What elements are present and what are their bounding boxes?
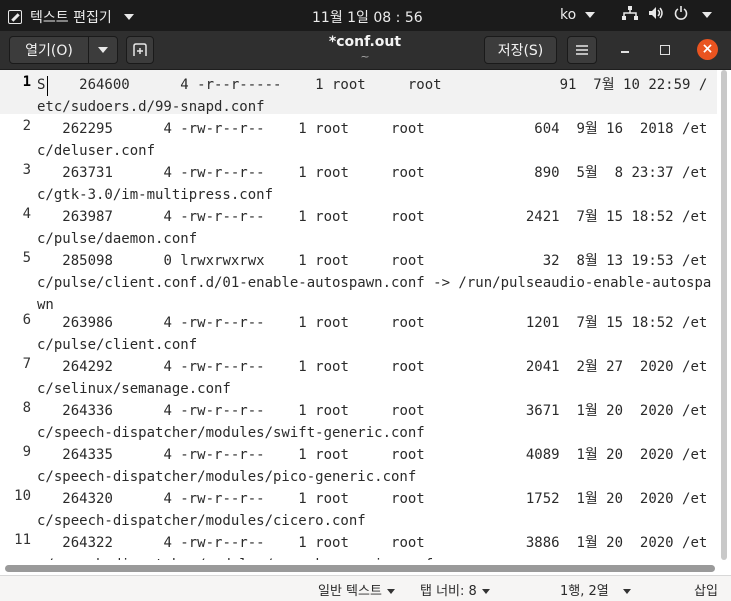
document-title: *conf.out [328, 34, 402, 50]
text-editor-icon [8, 10, 22, 24]
line-text[interactable]: 285098 0 lrwxrwxrwx 1 root root 32 8월 13… [37, 250, 713, 316]
line-number: 9 [22, 444, 31, 460]
line-number: 4 [22, 206, 31, 222]
line-text[interactable]: 264335 4 -rw-r--r-- 1 root root 4089 1월 … [37, 444, 713, 488]
system-top-bar: 텍스트 편집기 11월 1일 08 : 56 ko [0, 0, 731, 31]
power-icon [674, 6, 688, 24]
app-menu[interactable]: 텍스트 편집기 [8, 7, 134, 27]
editor-line[interactable]: 4 263987 4 -rw-r--r-- 1 root root 2421 7… [0, 202, 717, 247]
line-number: 6 [22, 312, 31, 328]
chevron-down-icon [481, 589, 490, 594]
editor-line[interactable]: 6 263986 4 -rw-r--r-- 1 root root 1201 7… [0, 308, 717, 353]
scrollbar-thumb[interactable] [5, 565, 715, 572]
clock[interactable]: 11월 1일 08 : 56 [312, 7, 423, 27]
line-text[interactable]: 263987 4 -rw-r--r-- 1 root root 2421 7월 … [37, 206, 713, 250]
header-bar: 열기(O) *conf.out ~ 저장(S) × [0, 31, 731, 70]
document-path: ~ [360, 50, 370, 63]
chevron-down-icon [584, 12, 595, 18]
text-editor-area[interactable]: 1 S 264600 4 -r--r----- 1 root root 91 7월… [0, 70, 717, 560]
editor-line[interactable]: 10 264320 4 -rw-r--r-- 1 root root 1752 … [0, 484, 717, 529]
line-number: 2 [22, 118, 31, 134]
editor-line[interactable]: 11 264322 4 -rw-r--r-- 1 root root 3886 … [0, 528, 717, 560]
chevron-down-icon [386, 589, 395, 594]
chevron-down-icon [123, 14, 134, 20]
editor-line[interactable]: 5 285098 0 lrwxrwxrwx 1 root root 32 8월 … [0, 246, 717, 313]
line-text[interactable]: S 264600 4 -r--r----- 1 root root 91 7월 … [37, 74, 713, 118]
chevron-down-icon [622, 589, 631, 594]
cursor-position-label: 1행, 2열 [560, 584, 609, 599]
line-text[interactable]: 264336 4 -rw-r--r-- 1 root root 3671 1월 … [37, 400, 713, 444]
editor-line[interactable]: 3 263731 4 -rw-r--r-- 1 root root 890 5월… [0, 158, 717, 203]
save-button[interactable]: 저장(S) [484, 36, 557, 64]
line-number: 5 [22, 250, 31, 266]
hamburger-menu-button[interactable] [567, 36, 597, 64]
line-text[interactable]: 263986 4 -rw-r--r-- 1 root root 1201 7월 … [37, 312, 713, 356]
editor-line[interactable]: 8 264336 4 -rw-r--r-- 1 root root 3671 1… [0, 396, 717, 441]
syntax-label: 일반 텍스트 [318, 584, 382, 599]
line-number: 10 [14, 488, 31, 504]
editor-line[interactable]: 1 S 264600 4 -r--r----- 1 root root 91 7월… [0, 70, 717, 115]
hamburger-icon [576, 45, 588, 55]
new-document-button[interactable] [126, 36, 154, 64]
chevron-down-icon [702, 12, 712, 18]
line-text[interactable]: 264322 4 -rw-r--r-- 1 root root 3886 1월 … [37, 532, 713, 560]
tab-width-selector[interactable]: 탭 너비: 8 [420, 580, 490, 599]
status-bar: 일반 텍스트 탭 너비: 8 1행, 2열 삽입 [0, 575, 731, 601]
insert-mode-indicator[interactable]: 삽입 [694, 580, 718, 599]
open-recent-button[interactable] [88, 36, 118, 64]
system-tray[interactable] [622, 6, 712, 24]
scrollbar-thumb[interactable] [721, 70, 727, 560]
cursor-position-selector[interactable]: 1행, 2열 [560, 580, 631, 599]
maximize-button[interactable] [660, 45, 670, 55]
line-number: 7 [22, 356, 31, 372]
line-text[interactable]: 264292 4 -rw-r--r-- 1 root root 2041 2월 … [37, 356, 713, 400]
line-number: 8 [22, 400, 31, 416]
close-button[interactable]: × [697, 39, 718, 60]
editor-line[interactable]: 7 264292 4 -rw-r--r-- 1 root root 2041 2… [0, 352, 717, 397]
horizontal-scrollbar[interactable] [0, 562, 731, 574]
syntax-selector[interactable]: 일반 텍스트 [318, 580, 395, 599]
minimize-button[interactable] [617, 41, 633, 57]
open-button[interactable]: 열기(O) [9, 36, 89, 64]
line-number: 3 [22, 162, 31, 178]
line-text[interactable]: 263731 4 -rw-r--r-- 1 root root 890 5월 8… [37, 162, 713, 206]
line-text[interactable]: 264320 4 -rw-r--r-- 1 root root 1752 1월 … [37, 488, 713, 532]
line-number: 11 [14, 532, 31, 548]
line-text[interactable]: 262295 4 -rw-r--r-- 1 root root 604 9월 1… [37, 118, 713, 162]
new-tab-icon [133, 43, 147, 56]
text-cursor [47, 76, 48, 96]
line-number: 1 [22, 74, 31, 90]
tab-width-label: 탭 너비: 8 [420, 584, 477, 599]
input-method-indicator[interactable]: ko [560, 7, 595, 23]
editor-line[interactable]: 2 262295 4 -rw-r--r-- 1 root root 604 9월… [0, 114, 717, 159]
volume-icon [648, 6, 664, 24]
vertical-scrollbar[interactable] [717, 70, 731, 560]
editor-line[interactable]: 9 264335 4 -rw-r--r-- 1 root root 4089 1… [0, 440, 717, 485]
app-name: 텍스트 편집기 [30, 10, 112, 26]
chevron-down-icon [98, 47, 108, 53]
language-label: ko [560, 7, 577, 23]
network-icon [622, 6, 638, 24]
